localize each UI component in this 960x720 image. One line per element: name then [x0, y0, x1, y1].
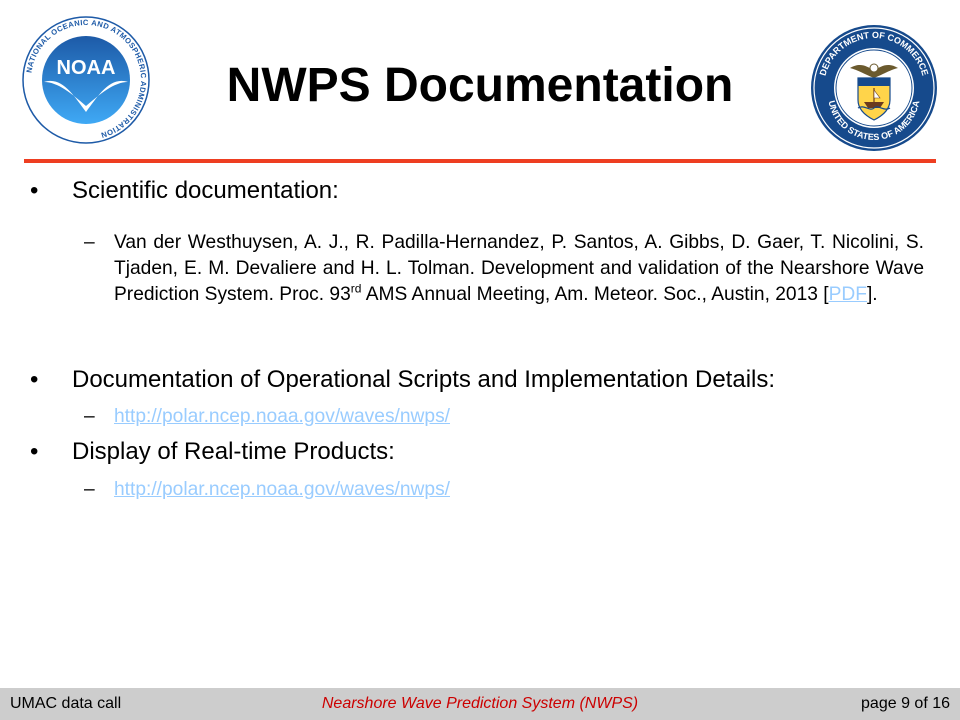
footer-bar: UMAC data call Nearshore Wave Prediction… [0, 688, 960, 720]
citation-text: Van der Westhuysen, A. J., R. Padilla-He… [114, 232, 924, 305]
footer-left: UMAC data call [10, 695, 122, 712]
bullet-text: Documentation of Operational Scripts and… [72, 366, 776, 393]
bullet-icon: • [30, 438, 39, 465]
nwps-products-link[interactable]: http://polar.ncep.noaa.gov/waves/nwps/ [114, 479, 450, 500]
nwps-docs-link[interactable]: http://polar.ncep.noaa.gov/waves/nwps/ [114, 406, 450, 427]
page-number: page 9 of 16 [861, 695, 950, 712]
dash-icon: – [84, 232, 95, 253]
pdf-link[interactable]: PDF [829, 284, 867, 305]
dash-icon: – [84, 479, 95, 500]
slide-content: • Scientific documentation: – Van der We… [0, 0, 960, 680]
footer-center: Nearshore Wave Prediction System (NWPS) [321, 695, 639, 712]
bullet-icon: • [30, 366, 39, 393]
ordinal-superscript: rd [350, 281, 362, 296]
bullet-icon: • [30, 177, 39, 204]
bullet-text: Display of Real-time Products: [72, 438, 395, 465]
bullet-text: Scientific documentation: [72, 177, 339, 204]
dash-icon: – [84, 406, 95, 427]
